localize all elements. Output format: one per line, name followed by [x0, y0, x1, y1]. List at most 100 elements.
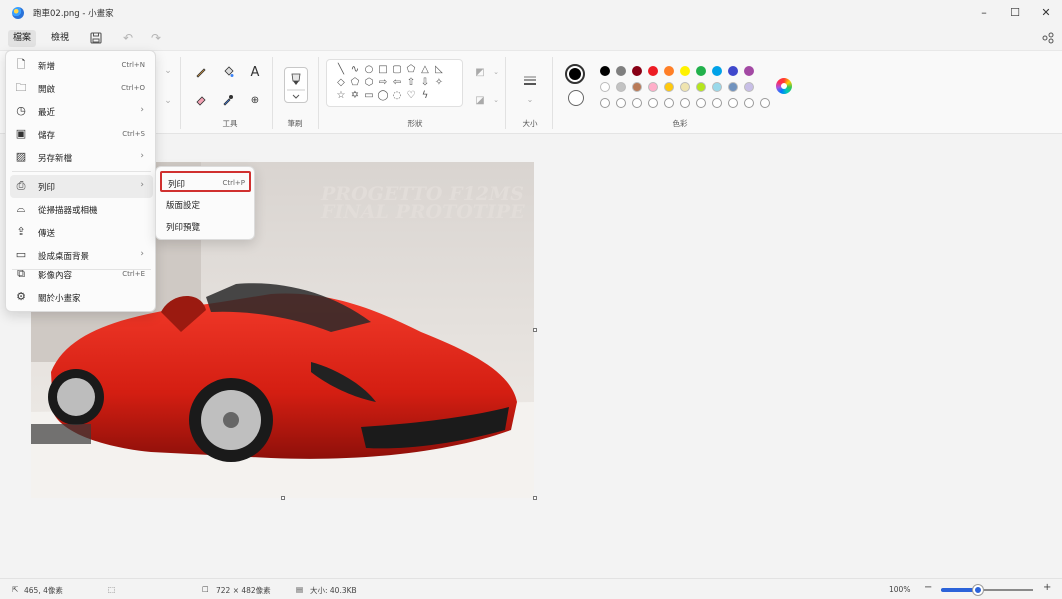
- color-swatch[interactable]: [648, 82, 658, 92]
- custom-color-slot[interactable]: [712, 98, 722, 108]
- custom-color-slot[interactable]: [744, 98, 754, 108]
- file-menu-item-open[interactable]: 🗀 開啟 Ctrl+O: [10, 77, 153, 100]
- save-icon[interactable]: [88, 30, 104, 46]
- color-swatch[interactable]: [616, 66, 626, 76]
- zoom-slider-thumb[interactable]: [972, 585, 983, 595]
- zoom-slider[interactable]: [941, 585, 1033, 595]
- line-size-icon[interactable]: [522, 73, 538, 89]
- pencil-icon[interactable]: [193, 64, 209, 80]
- color-swatch[interactable]: [744, 82, 754, 92]
- color-swatch[interactable]: [664, 66, 674, 76]
- brushes-button[interactable]: [284, 67, 308, 103]
- color-swatch[interactable]: [696, 82, 706, 92]
- color-swatch[interactable]: [600, 66, 610, 76]
- color-swatch[interactable]: [600, 82, 610, 92]
- triangle-shape-icon[interactable]: △: [419, 64, 431, 76]
- close-button[interactable]: ✕: [1034, 4, 1058, 22]
- custom-color-slot[interactable]: [616, 98, 626, 108]
- down-arrow-shape-icon[interactable]: ⇩: [419, 77, 431, 89]
- left-arrow-shape-icon[interactable]: ⇦: [391, 77, 403, 89]
- color-swatch[interactable]: [728, 82, 738, 92]
- zoom-out-button[interactable]: −: [924, 582, 932, 593]
- resize-handle-bottom-right[interactable]: [533, 496, 537, 500]
- line-shape-icon[interactable]: ╲: [335, 64, 347, 76]
- rectangle-shape-icon[interactable]: □: [377, 64, 389, 76]
- secondary-color-selector[interactable]: [568, 90, 584, 106]
- menu-view[interactable]: 檢視: [46, 30, 74, 47]
- print-submenu-item-print-preview[interactable]: 列印預覽: [160, 216, 251, 237]
- custom-color-slot[interactable]: [648, 98, 658, 108]
- curve-shape-icon[interactable]: ∿: [349, 64, 361, 76]
- custom-color-slot[interactable]: [600, 98, 610, 108]
- custom-color-slot[interactable]: [760, 98, 770, 108]
- fill-bucket-icon[interactable]: [220, 64, 236, 80]
- menu-item-shortcut: Ctrl+O: [121, 84, 145, 92]
- polygon-shape-icon[interactable]: ⬠: [405, 64, 417, 76]
- custom-color-slot[interactable]: [632, 98, 642, 108]
- rounded-callout-shape-icon[interactable]: ▭: [363, 90, 375, 102]
- custom-color-slot[interactable]: [696, 98, 706, 108]
- shapes-gallery[interactable]: ╲ ∿ ○ □ ▢ ⬠ △ ◺ ◇ ⬠ ⬡ ⇨ ⇦ ⇧ ⇩ ✧ ☆ ✡ ▭ ◯ …: [326, 59, 463, 107]
- color-swatch[interactable]: [696, 66, 706, 76]
- resize-handle-bottom[interactable]: [281, 496, 285, 500]
- resize-handle-right[interactable]: [533, 328, 537, 332]
- redo-icon[interactable]: ↷: [148, 30, 164, 46]
- text-tool-icon[interactable]: A: [247, 64, 263, 80]
- primary-color-selector[interactable]: [565, 64, 585, 84]
- file-menu-item-save-as[interactable]: ▨ 另存新檔 ›: [10, 146, 153, 169]
- minimize-button[interactable]: –: [972, 4, 996, 22]
- color-swatch[interactable]: [680, 66, 690, 76]
- file-menu-item-recent[interactable]: ◷ 最近 ›: [10, 100, 153, 123]
- color-swatch[interactable]: [648, 66, 658, 76]
- color-swatch[interactable]: [616, 82, 626, 92]
- file-menu-item-scanner[interactable]: ⌓ 從掃描器或相機: [10, 198, 153, 221]
- file-menu-item-save[interactable]: ▣ 儲存 Ctrl+S: [10, 123, 153, 146]
- diamond-shape-icon[interactable]: ◇: [335, 77, 347, 89]
- magnifier-icon[interactable]: ⊕: [247, 92, 263, 108]
- color-swatch[interactable]: [632, 82, 642, 92]
- up-arrow-shape-icon[interactable]: ⇧: [405, 77, 417, 89]
- outline-dropdown-icon[interactable]: ◩: [472, 64, 488, 80]
- cloud-callout-shape-icon[interactable]: ◌: [391, 90, 403, 102]
- color-swatch[interactable]: [712, 82, 722, 92]
- eraser-icon[interactable]: [193, 92, 209, 108]
- fill-dropdown-icon[interactable]: ◪: [472, 92, 488, 108]
- oval-shape-icon[interactable]: ○: [363, 64, 375, 76]
- rounded-rectangle-shape-icon[interactable]: ▢: [391, 64, 403, 76]
- right-triangle-shape-icon[interactable]: ◺: [433, 64, 445, 76]
- file-menu-item-about[interactable]: ⚙ 關於小畫家: [10, 286, 153, 309]
- print-submenu-item-page-setup[interactable]: 版面設定: [160, 194, 251, 215]
- image-properties-icon: ⧉: [17, 267, 25, 280]
- color-swatch[interactable]: [728, 66, 738, 76]
- hexagon-shape-icon[interactable]: ⬡: [363, 77, 375, 89]
- color-picker-icon[interactable]: [220, 92, 236, 108]
- file-menu-item-send[interactable]: ⇪ 傳送: [10, 221, 153, 244]
- pentagon-shape-icon[interactable]: ⬠: [349, 77, 361, 89]
- edit-colors-icon[interactable]: [776, 78, 792, 94]
- color-swatch[interactable]: [632, 66, 642, 76]
- file-menu-item-image-properties[interactable]: ⧉ 影像內容 Ctrl+E: [10, 263, 153, 286]
- chevron-down-icon: ⌄: [493, 96, 499, 104]
- color-swatch[interactable]: [744, 66, 754, 76]
- four-point-star-shape-icon[interactable]: ✧: [433, 77, 445, 89]
- custom-color-slot[interactable]: [664, 98, 674, 108]
- color-swatch[interactable]: [712, 66, 722, 76]
- right-arrow-shape-icon[interactable]: ⇨: [377, 77, 389, 89]
- undo-icon[interactable]: ↶: [120, 30, 136, 46]
- oval-callout-shape-icon[interactable]: ◯: [377, 90, 389, 102]
- color-swatch[interactable]: [664, 82, 674, 92]
- lightning-shape-icon[interactable]: ϟ: [419, 90, 431, 102]
- custom-color-slot[interactable]: [680, 98, 690, 108]
- share-icon[interactable]: [1040, 30, 1056, 46]
- maximize-button[interactable]: ☐: [1003, 4, 1027, 22]
- file-menu-item-new[interactable]: 🗋 新增 Ctrl+N: [10, 54, 153, 77]
- six-point-star-shape-icon[interactable]: ✡: [349, 90, 361, 102]
- five-point-star-shape-icon[interactable]: ☆: [335, 90, 347, 102]
- zoom-in-button[interactable]: +: [1043, 582, 1051, 593]
- color-swatch[interactable]: [680, 82, 690, 92]
- menu-file[interactable]: 檔案: [8, 30, 37, 47]
- heart-shape-icon[interactable]: ♡: [405, 90, 417, 102]
- file-menu-item-print[interactable]: ⎙ 列印 ›: [10, 175, 153, 198]
- custom-color-slot[interactable]: [728, 98, 738, 108]
- print-submenu-item-print[interactable]: 列印 Ctrl+P: [160, 171, 251, 192]
